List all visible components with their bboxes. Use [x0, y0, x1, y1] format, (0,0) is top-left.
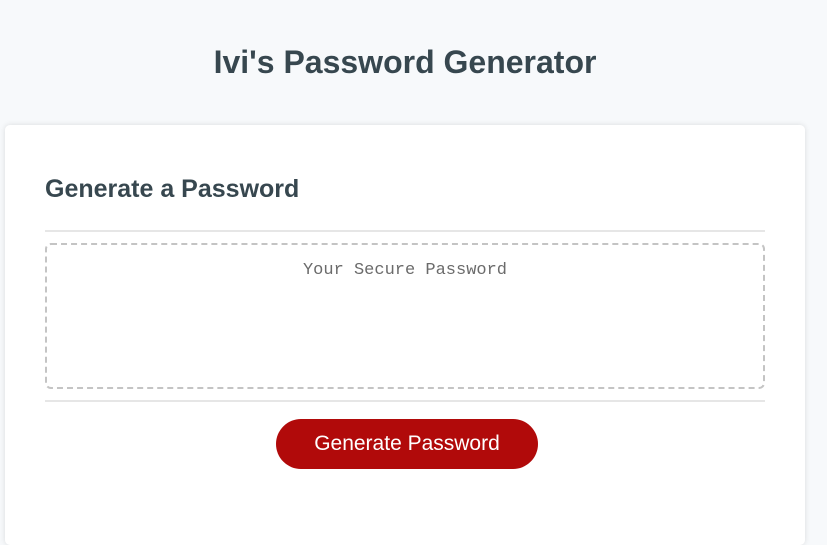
card-header: Generate a Password — [45, 175, 300, 203]
page-title: Ivi's Password Generator — [213, 44, 597, 80]
card-header-divider — [45, 230, 765, 232]
card-footer-divider — [45, 400, 765, 402]
password-output-field[interactable] — [45, 243, 765, 389]
generate-password-button[interactable]: Generate Password — [276, 419, 538, 469]
password-card: Generate a Password Generate Password — [5, 125, 805, 545]
